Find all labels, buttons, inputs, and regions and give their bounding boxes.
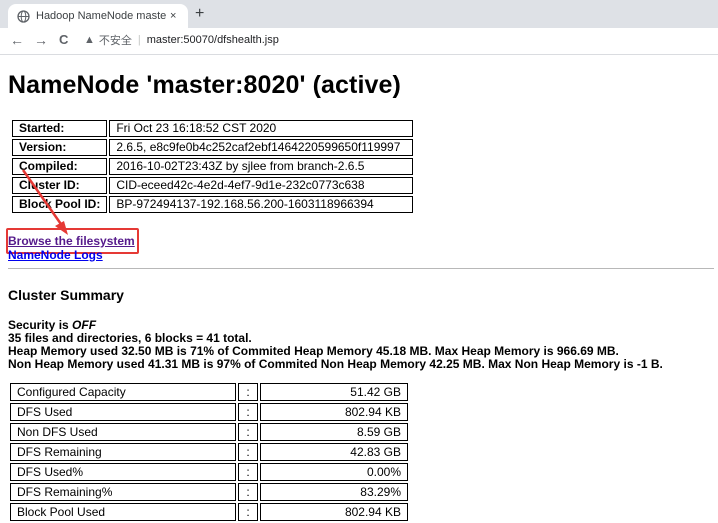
capacity-row: Non DFS Used:8.59 GB [10, 423, 408, 441]
nonheap-line: Non Heap Memory used 41.31 MB is 97% of … [8, 357, 663, 371]
info-value: 2.6.5, e8c9fe0b4c252caf2ebf1464220599650… [109, 139, 414, 156]
capacity-row: DFS Remaining:42.83 GB [10, 443, 408, 461]
capacity-value: 42.83 GB [260, 443, 408, 461]
page-title: NameNode 'master:8020' (active) [8, 71, 401, 99]
capacity-colon: : [238, 423, 258, 441]
capacity-colon: : [238, 403, 258, 421]
info-row: Compiled: 2016-10-02T23:43Z by sjlee from… [12, 158, 414, 175]
info-value: CID-eceed42c-4e2d-4ef7-9d1e-232c0773c638 [109, 177, 414, 194]
forward-arrow-icon[interactable]: → [34, 32, 48, 48]
info-key: Started: [12, 120, 108, 137]
info-value: BP-972494137-192.168.56.200-160311896639… [109, 196, 414, 213]
capacity-colon: : [238, 503, 258, 521]
capacity-value: 0.00% [260, 463, 408, 481]
tab-bar: Hadoop NameNode master:8( × + [0, 0, 718, 28]
url-text[interactable]: master:50070/dfshealth.jsp [147, 34, 279, 46]
capacity-key: Block Pool Used [10, 503, 236, 521]
capacity-value: 83.29% [260, 483, 408, 501]
info-row: Cluster ID: CID-eceed42c-4e2d-4ef7-9d1e-2… [12, 177, 414, 194]
capacity-row: DFS Used:802.94 KB [10, 403, 408, 421]
tab-title: Hadoop NameNode master:8( [36, 10, 166, 22]
cluster-summary-text: Security is OFF 35 files and directories… [8, 319, 663, 371]
capacity-value: 8.59 GB [260, 423, 408, 441]
security-value: OFF [72, 318, 97, 332]
capacity-row: DFS Remaining%:83.29% [10, 483, 408, 501]
capacity-key: Non DFS Used [10, 423, 236, 441]
info-row: Started: Fri Oct 23 16:18:52 CST 2020 [12, 120, 414, 137]
browser-tab[interactable]: Hadoop NameNode master:8( × [8, 4, 188, 28]
globe-icon [16, 9, 30, 23]
capacity-key: DFS Remaining% [10, 483, 236, 501]
page-links: Browse the filesystem NameNode Logs [8, 234, 135, 262]
info-key: Cluster ID: [12, 177, 108, 194]
tab-close-icon[interactable]: × [170, 10, 176, 22]
capacity-key: DFS Remaining [10, 443, 236, 461]
capacity-row: Block Pool Used:802.94 KB [10, 503, 408, 521]
security-prefix: Security is [8, 318, 73, 332]
capacity-table: Configured Capacity:51.42 GB DFS Used:802… [8, 381, 410, 523]
capacity-row: DFS Used%:0.00% [10, 463, 408, 481]
reload-icon[interactable]: C [59, 32, 68, 48]
namenode-logs-link[interactable]: NameNode Logs [8, 248, 135, 262]
capacity-row: Configured Capacity:51.42 GB [10, 383, 408, 401]
divider [8, 268, 714, 269]
warning-triangle-icon[interactable]: ▲ [84, 34, 95, 46]
info-table: Started: Fri Oct 23 16:18:52 CST 2020 Vers… [10, 118, 415, 215]
info-key: Compiled: [12, 158, 108, 175]
capacity-key: DFS Used [10, 403, 236, 421]
info-key: Block Pool ID: [12, 196, 108, 213]
browser-toolbar: ← → C ▲ 不安全 | master:50070/dfshealth.jsp [0, 28, 718, 55]
capacity-colon: : [238, 463, 258, 481]
capacity-colon: : [238, 443, 258, 461]
new-tab-button[interactable]: + [195, 5, 204, 23]
browse-filesystem-link[interactable]: Browse the filesystem [8, 234, 135, 248]
cluster-summary-heading: Cluster Summary [8, 287, 124, 303]
info-row: Block Pool ID: BP-972494137-192.168.56.20… [12, 196, 414, 213]
insecure-label[interactable]: 不安全 [99, 32, 132, 48]
info-row: Version: 2.6.5, e8c9fe0b4c252caf2ebf14642… [12, 139, 414, 156]
capacity-value: 802.94 KB [260, 403, 408, 421]
capacity-key: DFS Used% [10, 463, 236, 481]
capacity-value: 51.42 GB [260, 383, 408, 401]
omnibox-separator: | [137, 34, 141, 46]
info-key: Version: [12, 139, 108, 156]
info-value: Fri Oct 23 16:18:52 CST 2020 [109, 120, 414, 137]
capacity-value: 802.94 KB [260, 503, 408, 521]
info-value: 2016-10-02T23:43Z by sjlee from branch-2… [109, 158, 414, 175]
capacity-key: Configured Capacity [10, 383, 236, 401]
address-bar[interactable]: ▲ 不安全 | master:50070/dfshealth.jsp [84, 30, 279, 50]
capacity-colon: : [238, 383, 258, 401]
back-arrow-icon[interactable]: ← [10, 32, 24, 48]
capacity-colon: : [238, 483, 258, 501]
